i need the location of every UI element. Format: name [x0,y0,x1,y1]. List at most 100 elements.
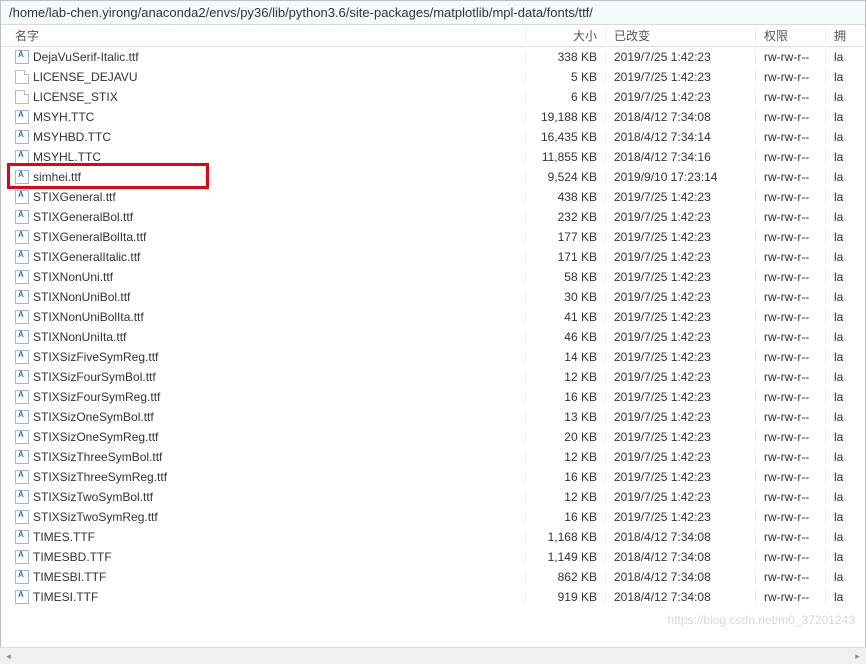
file-name: STIXGeneralBol.ttf [33,210,133,224]
file-name: STIXSizThreeSymBol.ttf [33,450,162,464]
file-row[interactable]: TIMESBD.TTF1,149 KB2018/4/12 7:34:08rw-r… [1,547,865,567]
file-size: 6 KB [526,90,606,104]
file-name: STIXSizOneSymBol.ttf [33,410,154,424]
file-list[interactable]: DejaVuSerif-Italic.ttf338 KB2019/7/25 1:… [1,47,865,645]
file-row[interactable]: STIXSizOneSymBol.ttf13 KB2019/7/25 1:42:… [1,407,865,427]
column-header-owner[interactable]: 拥 [826,27,854,44]
file-modified: 2019/7/25 1:42:23 [606,210,756,224]
file-row[interactable]: STIXSizOneSymReg.ttf20 KB2019/7/25 1:42:… [1,427,865,447]
file-name: STIXSizFourSymReg.ttf [33,390,160,404]
file-modified: 2019/7/25 1:42:23 [606,90,756,104]
file-owner: la [826,510,854,524]
file-row[interactable]: STIXGeneral.ttf438 KB2019/7/25 1:42:23rw… [1,187,865,207]
file-row[interactable]: TIMESI.TTF919 KB2018/4/12 7:34:08rw-rw-r… [1,587,865,607]
file-size: 14 KB [526,350,606,364]
file-size: 12 KB [526,370,606,384]
font-file-icon [15,530,29,544]
file-row[interactable]: STIXSizThreeSymBol.ttf12 KB2019/7/25 1:4… [1,447,865,467]
font-file-icon [15,250,29,264]
file-row[interactable]: DejaVuSerif-Italic.ttf338 KB2019/7/25 1:… [1,47,865,67]
file-size: 16 KB [526,390,606,404]
file-row[interactable]: MSYH.TTC19,188 KB2018/4/12 7:34:08rw-rw-… [1,107,865,127]
font-file-icon [15,330,29,344]
file-row[interactable]: STIXSizFourSymReg.ttf16 KB2019/7/25 1:42… [1,387,865,407]
file-row[interactable]: STIXSizTwoSymBol.ttf12 KB2019/7/25 1:42:… [1,487,865,507]
file-owner: la [826,330,854,344]
file-row[interactable]: LICENSE_STIX6 KB2019/7/25 1:42:23rw-rw-r… [1,87,865,107]
file-row[interactable]: STIXSizFiveSymReg.ttf14 KB2019/7/25 1:42… [1,347,865,367]
file-row[interactable]: simhei.ttf 9,524 KB2019/9/10 17:23:14rw-r… [1,167,865,187]
file-name: simhei.ttf [33,170,81,184]
file-row[interactable]: STIXGeneralBol.ttf232 KB2019/7/25 1:42:2… [1,207,865,227]
file-row[interactable]: LICENSE_DEJAVU5 KB2019/7/25 1:42:23rw-rw… [1,67,865,87]
font-file-icon [15,110,29,124]
file-owner: la [826,250,854,264]
file-row[interactable]: MSYHBD.TTC16,435 KB2018/4/12 7:34:14rw-r… [1,127,865,147]
scroll-left-arrow-icon[interactable]: ◂ [0,649,17,664]
path-bar[interactable]: /home/lab-chen.yirong/anaconda2/envs/py3… [1,1,865,25]
font-file-icon [15,590,29,604]
file-modified: 2019/7/25 1:42:23 [606,330,756,344]
file-owner: la [826,530,854,544]
font-file-icon [15,390,29,404]
file-name: TIMES.TTF [33,530,95,544]
file-modified: 2019/7/25 1:42:23 [606,510,756,524]
horizontal-scrollbar[interactable]: ◂ ▸ [0,647,866,664]
file-owner: la [826,210,854,224]
font-file-icon [15,130,29,144]
file-owner: la [826,550,854,564]
file-size: 171 KB [526,250,606,264]
file-row[interactable]: STIXGeneralBolIta.ttf177 KB2019/7/25 1:4… [1,227,865,247]
file-owner: la [826,90,854,104]
column-header-modified[interactable]: 已改变 [606,27,756,44]
scroll-right-arrow-icon[interactable]: ▸ [849,649,866,664]
file-modified: 2019/7/25 1:42:23 [606,190,756,204]
file-permissions: rw-rw-r-- [756,270,826,284]
file-modified: 2019/7/25 1:42:23 [606,350,756,364]
path-text: /home/lab-chen.yirong/anaconda2/envs/py3… [9,5,593,20]
file-row[interactable]: STIXGeneralItalic.ttf 171 KB2019/7/25 1:4… [1,247,865,267]
column-header-name[interactable]: 名字 [1,27,526,44]
file-owner: la [826,230,854,244]
file-modified: 2019/7/25 1:42:23 [606,70,756,84]
file-permissions: rw-rw-r-- [756,290,826,304]
file-row[interactable]: STIXNonUni.ttf58 KB2019/7/25 1:42:23rw-r… [1,267,865,287]
file-name: STIXSizFourSymBol.ttf [33,370,156,384]
file-size: 9,524 KB [526,170,606,184]
file-row[interactable]: TIMESBI.TTF862 KB2018/4/12 7:34:08rw-rw-… [1,567,865,587]
scrollbar-track[interactable] [17,649,849,664]
font-file-icon [15,470,29,484]
file-permissions: rw-rw-r-- [756,510,826,524]
font-file-icon [15,370,29,384]
file-row[interactable]: STIXSizThreeSymReg.ttf16 KB2019/7/25 1:4… [1,467,865,487]
file-owner: la [826,450,854,464]
file-owner: la [826,370,854,384]
column-header-size[interactable]: 大小 [526,27,606,44]
font-file-icon [15,150,29,164]
file-name: LICENSE_DEJAVU [33,70,137,84]
font-file-icon [15,430,29,444]
file-modified: 2018/4/12 7:34:14 [606,130,756,144]
file-name: STIXGeneralItalic.ttf [33,250,140,264]
file-row[interactable]: STIXNonUniBolIta.ttf41 KB2019/7/25 1:42:… [1,307,865,327]
file-row[interactable]: TIMES.TTF1,168 KB2018/4/12 7:34:08rw-rw-… [1,527,865,547]
file-row[interactable]: STIXNonUniIta.ttf46 KB2019/7/25 1:42:23r… [1,327,865,347]
column-header-permissions[interactable]: 权限 [756,27,826,44]
file-permissions: rw-rw-r-- [756,190,826,204]
file-permissions: rw-rw-r-- [756,230,826,244]
file-permissions: rw-rw-r-- [756,350,826,364]
file-row[interactable]: STIXNonUniBol.ttf30 KB2019/7/25 1:42:23r… [1,287,865,307]
file-modified: 2019/9/10 17:23:14 [606,170,756,184]
file-row[interactable]: STIXSizTwoSymReg.ttf16 KB2019/7/25 1:42:… [1,507,865,527]
file-owner: la [826,190,854,204]
file-size: 13 KB [526,410,606,424]
file-row[interactable]: STIXSizFourSymBol.ttf12 KB2019/7/25 1:42… [1,367,865,387]
file-row[interactable]: MSYHL.TTC11,855 KB2018/4/12 7:34:16rw-rw… [1,147,865,167]
file-modified: 2019/7/25 1:42:23 [606,250,756,264]
file-size: 1,168 KB [526,530,606,544]
file-permissions: rw-rw-r-- [756,150,826,164]
file-permissions: rw-rw-r-- [756,310,826,324]
file-permissions: rw-rw-r-- [756,50,826,64]
file-permissions: rw-rw-r-- [756,170,826,184]
font-file-icon [15,350,29,364]
